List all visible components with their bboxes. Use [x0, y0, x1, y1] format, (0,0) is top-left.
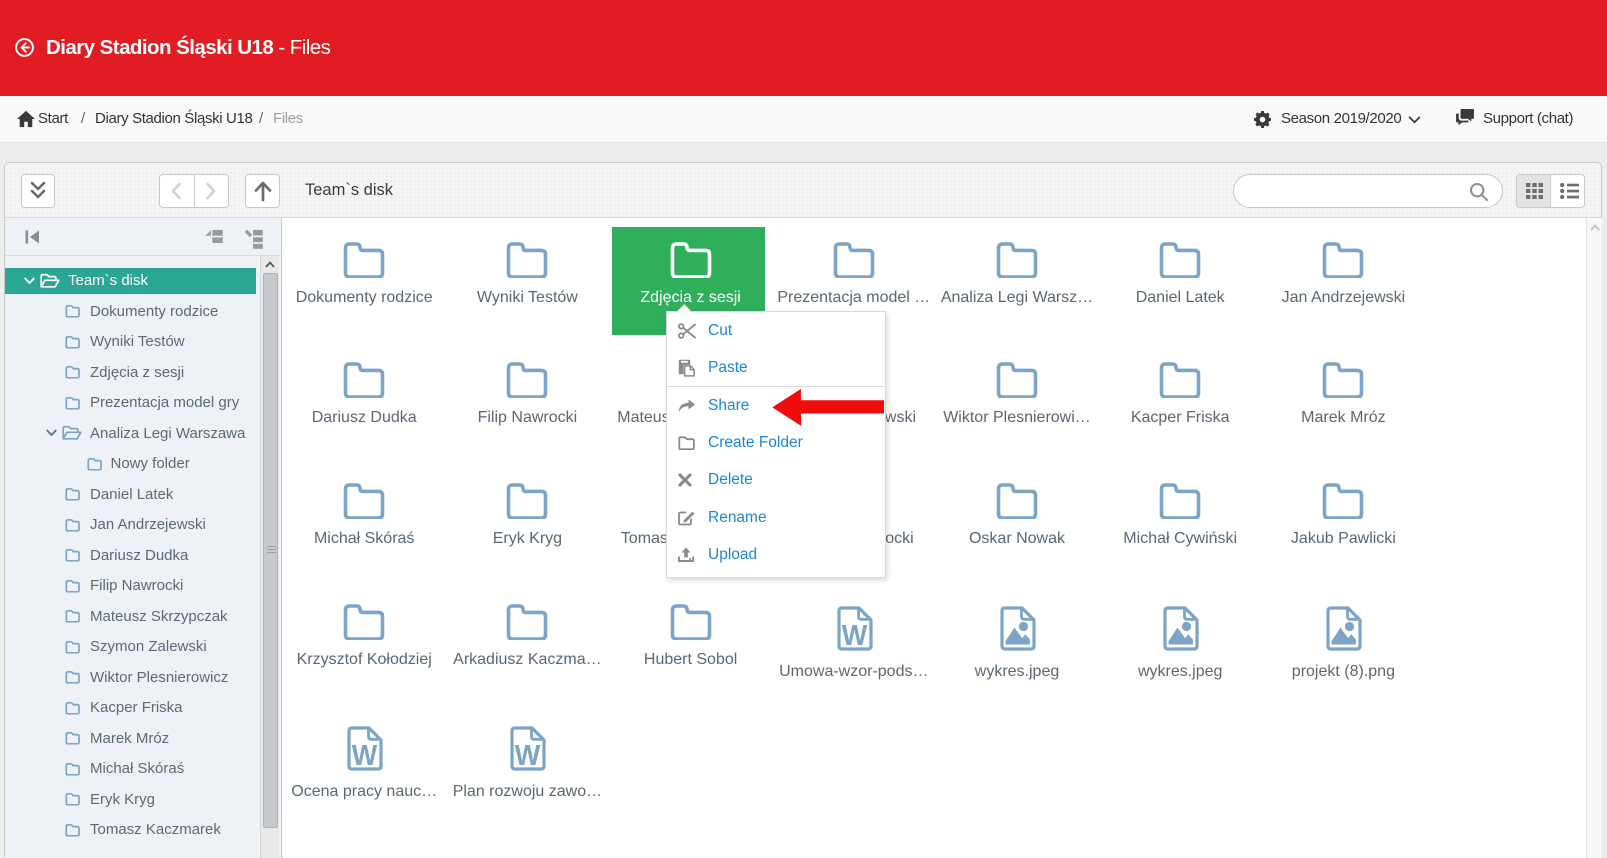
svg-text:W: W — [352, 740, 378, 771]
svg-text:W: W — [842, 620, 868, 651]
svg-text:W: W — [515, 740, 541, 771]
